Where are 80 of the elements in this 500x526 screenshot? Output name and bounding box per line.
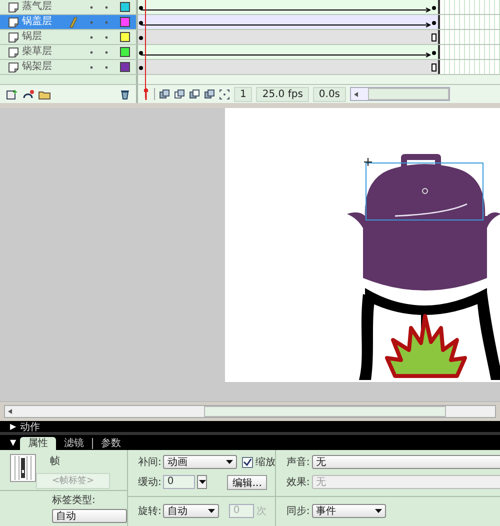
layer-row[interactable]: 锅层 bbox=[0, 30, 138, 44]
layer-type-icon bbox=[8, 62, 19, 72]
times-label: 次 bbox=[256, 505, 266, 518]
expand-toggle[interactable]: ▶ bbox=[10, 422, 16, 431]
frame-thumbnail-icon[interactable] bbox=[10, 454, 36, 482]
layer-name: 蒸气层 bbox=[22, 1, 52, 13]
frame-title: 帧 bbox=[50, 454, 61, 468]
tween-dropdown[interactable]: 动画 bbox=[163, 455, 238, 469]
panel-tab[interactable]: 属性 bbox=[20, 437, 56, 450]
add-layer-icon[interactable] bbox=[6, 88, 19, 100]
dropdown-arrow-icon[interactable] bbox=[226, 460, 234, 464]
layer-name: 锅架层 bbox=[22, 61, 52, 73]
onion-skin-icon[interactable] bbox=[174, 88, 185, 100]
dot-icon bbox=[90, 66, 93, 68]
horizontal-scrollbar[interactable] bbox=[350, 87, 450, 101]
crosshair-icon bbox=[364, 158, 372, 166]
add-guide-icon[interactable] bbox=[22, 88, 35, 100]
add-folder-icon[interactable] bbox=[38, 88, 51, 100]
sync-dropdown[interactable]: 事件 bbox=[312, 504, 386, 518]
dot-icon bbox=[105, 50, 108, 54]
scroll-left-icon[interactable] bbox=[354, 92, 360, 96]
panel-tab[interactable]: 滤镜 bbox=[60, 437, 88, 450]
onion-outline-icon[interactable] bbox=[189, 88, 200, 100]
elapsed-time-field: 0.0s bbox=[312, 86, 346, 102]
pencil-icon bbox=[69, 16, 77, 28]
frame-span[interactable] bbox=[138, 0, 440, 14]
layer-row[interactable]: 锅架层 bbox=[0, 60, 138, 74]
ease-field[interactable]: 0 bbox=[163, 475, 196, 489]
collapse-toggle[interactable]: ▼ bbox=[10, 438, 16, 447]
layer-type-icon bbox=[8, 16, 19, 28]
layer-name: 锅盖层 bbox=[22, 16, 52, 28]
dot-icon bbox=[105, 66, 108, 68]
layer-row[interactable]: 蒸气层 bbox=[0, 0, 138, 14]
frame-span[interactable] bbox=[138, 15, 440, 29]
layer-row[interactable]: 柴草层 bbox=[0, 45, 138, 59]
rotate-label: 旋转: bbox=[138, 504, 162, 518]
layer-type-icon bbox=[8, 46, 19, 58]
onion-markers-icon[interactable] bbox=[219, 88, 230, 100]
label-type-label: 标签类型: bbox=[52, 494, 96, 507]
scroll-left-icon[interactable] bbox=[8, 408, 13, 414]
registration-point-icon bbox=[422, 188, 428, 194]
dot-icon bbox=[105, 6, 108, 8]
frame-span[interactable] bbox=[138, 45, 440, 59]
scroll-thumb[interactable] bbox=[204, 406, 446, 416]
effect-label: 效果: bbox=[286, 476, 310, 489]
trash-icon[interactable] bbox=[120, 88, 130, 100]
scale-label: 缩放 bbox=[255, 456, 276, 469]
layer-type-icon bbox=[8, 2, 19, 12]
ease-label: 缓动: bbox=[138, 476, 162, 489]
dot-icon bbox=[90, 6, 93, 8]
selection-box[interactable] bbox=[366, 162, 484, 220]
scroll-thumb[interactable] bbox=[368, 88, 450, 100]
current-frame-field[interactable]: 1 bbox=[234, 86, 252, 102]
horizontal-scrollbar[interactable] bbox=[4, 404, 496, 418]
dot-icon bbox=[105, 20, 108, 24]
dot-icon bbox=[90, 50, 93, 54]
rotate-dropdown[interactable]: 自动 bbox=[163, 504, 220, 518]
sound-dropdown[interactable]: 无 bbox=[312, 455, 500, 469]
frame-label-field[interactable]: <帧标签> bbox=[36, 473, 110, 489]
frame-rate-field[interactable]: 25.0 fps bbox=[256, 86, 309, 102]
scale-checkbox[interactable] bbox=[242, 456, 254, 468]
edit-frames-icon[interactable] bbox=[204, 88, 215, 100]
dropdown-arrow-icon[interactable] bbox=[198, 480, 206, 484]
dropdown-arrow-icon[interactable] bbox=[208, 509, 216, 513]
panel-tab[interactable]: 参数 bbox=[97, 437, 126, 450]
panel-title[interactable]: 动作 bbox=[20, 420, 40, 434]
dot-icon bbox=[90, 20, 93, 24]
sound-label: 声音: bbox=[286, 456, 310, 469]
dot-icon bbox=[105, 36, 108, 38]
edit-button[interactable]: 编辑... bbox=[227, 474, 267, 490]
dropdown-arrow-icon[interactable] bbox=[374, 509, 382, 513]
tween-label: 补间: bbox=[138, 456, 162, 469]
ease-slider-button[interactable] bbox=[197, 475, 208, 489]
layer-name: 锅层 bbox=[22, 31, 42, 43]
label-type-dropdown[interactable]: 自动 bbox=[52, 509, 127, 523]
layer-name: 柴草层 bbox=[22, 46, 52, 58]
center-frame-icon[interactable] bbox=[159, 88, 170, 100]
sync-label: 同步: bbox=[286, 504, 310, 518]
dot-icon bbox=[90, 36, 93, 38]
layer-type-icon bbox=[8, 32, 19, 42]
